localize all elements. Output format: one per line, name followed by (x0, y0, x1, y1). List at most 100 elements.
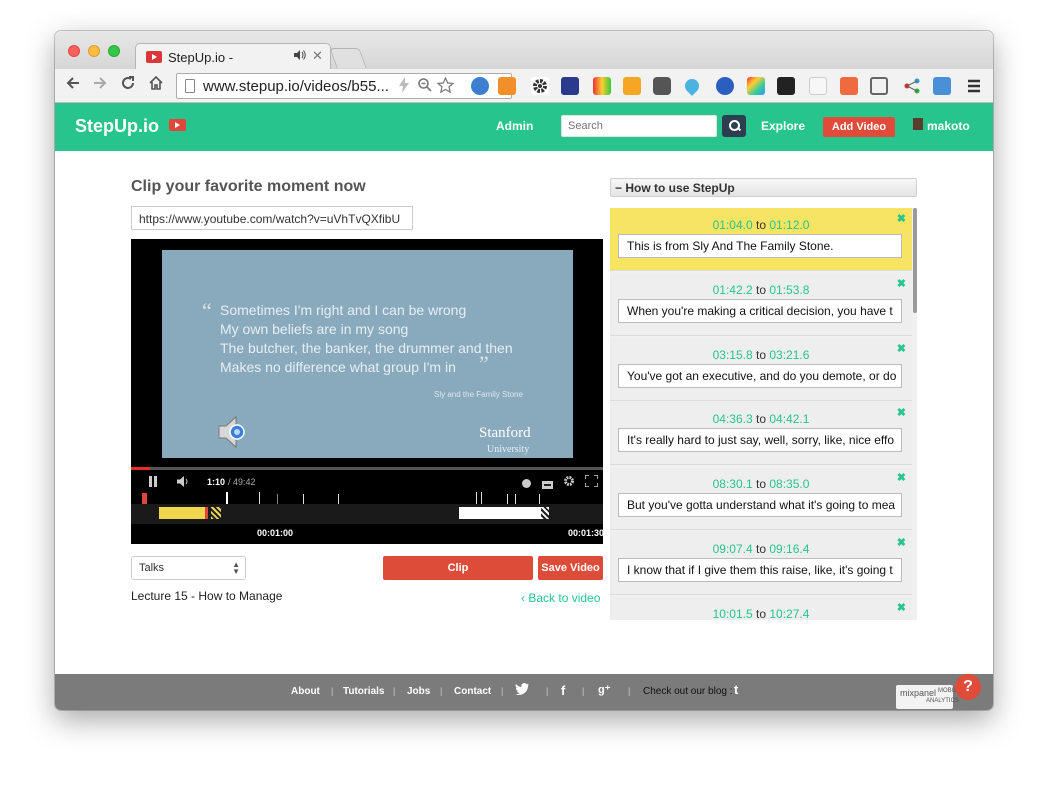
remove-clip-icon[interactable]: ✖ (897, 601, 906, 614)
clip-list-scrollbar[interactable] (913, 208, 917, 313)
explore-link[interactable]: Explore (761, 119, 805, 133)
footer-jobs-link[interactable]: Jobs (407, 686, 430, 697)
minimize-window-button[interactable] (88, 45, 100, 57)
admin-link[interactable]: Admin (496, 119, 533, 133)
gear-extension-icon[interactable] (531, 77, 549, 95)
clip-item[interactable]: 10:01.5 to 10:27.4 ✖ (610, 597, 912, 620)
zoom-window-button[interactable] (108, 45, 120, 57)
mixpanel-badge[interactable]: mixpanel MOBILE ANALYTICS (896, 685, 961, 709)
remove-clip-icon[interactable]: ✖ (897, 536, 906, 549)
clip-item[interactable]: 01:04.0 to 01:12.0 ✖ This is from Sly An… (610, 208, 912, 271)
twitter-icon[interactable] (515, 683, 529, 698)
menu-icon[interactable] (965, 77, 983, 95)
clip-item[interactable]: 04:36.3 to 04:42.1 ✖ It's really hard to… (610, 402, 912, 465)
category-select[interactable]: Talks ▲ ▼ (131, 556, 246, 580)
how-to-use-toggle[interactable]: − How to use StepUp (610, 178, 917, 197)
extension-icon-12[interactable] (809, 77, 827, 95)
info-icon[interactable] (522, 477, 531, 491)
clip-end[interactable]: 04:42.1 (769, 412, 809, 426)
reload-icon[interactable] (120, 75, 136, 96)
clip-item[interactable]: 08:30.1 to 08:35.0 ✖ But you've gotta un… (610, 467, 912, 530)
rss-extension-icon[interactable] (498, 77, 516, 95)
clip-range-white-end[interactable] (541, 507, 549, 519)
progress-track[interactable] (131, 467, 603, 470)
share-extension-icon[interactable] (903, 77, 921, 95)
footer-tutorials-link[interactable]: Tutorials (343, 686, 384, 697)
tumblr-icon[interactable]: t (734, 682, 738, 697)
back-to-video-link[interactable]: ‹ Back to video (521, 591, 600, 605)
clip-range-handle[interactable] (205, 507, 208, 519)
remove-clip-icon[interactable]: ✖ (897, 212, 906, 225)
clip-end[interactable]: 01:53.8 (769, 283, 809, 297)
clip-start[interactable]: 09:07.4 (713, 542, 753, 556)
home-icon[interactable] (148, 75, 164, 96)
clip-note-input[interactable]: But you've gotta understand what it's go… (618, 493, 902, 517)
bookmark-star-icon[interactable] (436, 76, 455, 98)
clip-item[interactable]: 03:15.8 to 03:21.6 ✖ You've got an execu… (610, 338, 912, 401)
site-logo[interactable]: StepUp.io (75, 116, 159, 137)
clip-start[interactable]: 10:01.5 (713, 607, 753, 620)
clip-note-input[interactable]: It's really hard to just say, well, sorr… (618, 428, 902, 452)
drop-extension-icon[interactable] (682, 76, 702, 96)
forward-icon[interactable] (92, 75, 108, 96)
clip-start[interactable]: 01:04.0 (713, 218, 753, 232)
zoom-icon[interactable] (417, 77, 433, 97)
video-player[interactable]: “ Sometimes I'm right and I can be wrong… (131, 239, 604, 544)
extension-icon-9[interactable] (716, 77, 734, 95)
address-bar[interactable]: www.stepup.io/videos/b55... (176, 73, 512, 99)
clip-item[interactable]: 09:07.4 to 09:16.4 ✖ I know that if I gi… (610, 532, 912, 595)
clip-end[interactable]: 09:16.4 (769, 542, 809, 556)
new-tab-button[interactable] (329, 48, 367, 68)
add-video-button[interactable]: Add Video (823, 117, 895, 137)
username-link[interactable]: makoto (927, 119, 970, 133)
remove-clip-icon[interactable]: ✖ (897, 277, 906, 290)
extension-icon-13[interactable] (840, 77, 858, 95)
close-window-button[interactable] (68, 45, 80, 57)
globe-extension-icon[interactable] (471, 77, 489, 95)
remove-clip-icon[interactable]: ✖ (897, 342, 906, 355)
pause-icon[interactable] (148, 476, 158, 490)
clip-range-selected[interactable] (159, 507, 205, 519)
extension-icon-16[interactable] (933, 77, 951, 95)
clip-note-input[interactable]: This is from Sly And The Family Stone. (618, 234, 902, 258)
back-icon[interactable] (65, 75, 81, 96)
volume-icon[interactable] (177, 476, 191, 490)
clip-range-end[interactable] (211, 507, 221, 519)
footer-about-link[interactable]: About (291, 686, 320, 697)
bolt-icon[interactable] (399, 77, 409, 97)
clip-start[interactable]: 04:36.3 (713, 412, 753, 426)
footer-contact-link[interactable]: Contact (454, 686, 491, 697)
avatar[interactable] (913, 118, 923, 130)
layers-extension-icon[interactable] (777, 77, 795, 95)
browser-tab[interactable]: StepUp.io - ✕ (135, 43, 331, 69)
cast-icon[interactable] (870, 77, 888, 95)
rainbow-extension-icon[interactable] (747, 77, 765, 95)
clip-end[interactable]: 03:21.6 (769, 348, 809, 362)
video-url-input[interactable]: https://www.youtube.com/watch?v=uVhTvQXf… (131, 206, 413, 230)
clip-note-input[interactable]: You've got an executive, and do you demo… (618, 364, 902, 388)
search-icon[interactable] (722, 115, 746, 137)
extension-icon-6[interactable] (623, 77, 641, 95)
google-plus-icon[interactable]: g⁺ (598, 683, 611, 696)
extension-icon-4[interactable] (561, 77, 579, 95)
clip-start[interactable]: 03:15.8 (713, 348, 753, 362)
tab-close-icon[interactable]: ✕ (312, 48, 323, 64)
clip-list[interactable]: 01:04.0 to 01:12.0 ✖ This is from Sly An… (610, 208, 917, 620)
extension-icon-5[interactable] (593, 77, 611, 95)
clip-start[interactable]: 08:30.1 (713, 477, 753, 491)
facebook-icon[interactable]: f (561, 683, 565, 698)
search-input[interactable] (561, 115, 717, 137)
clip-item[interactable]: 01:42.2 to 01:53.8 ✖ When you're making … (610, 273, 912, 336)
captions-icon[interactable] (542, 478, 553, 492)
help-button[interactable]: ? (955, 674, 981, 700)
clip-end[interactable]: 10:27.4 (769, 607, 809, 620)
clip-range-white[interactable] (459, 507, 541, 519)
remove-clip-icon[interactable]: ✖ (897, 406, 906, 419)
clip-start[interactable]: 01:42.2 (713, 283, 753, 297)
clip-end[interactable]: 08:35.0 (769, 477, 809, 491)
settings-icon[interactable] (563, 475, 575, 490)
clip-note-input[interactable]: I know that if I give them this raise, l… (618, 558, 902, 582)
clip-end[interactable]: 01:12.0 (769, 218, 809, 232)
fullscreen-icon[interactable] (584, 474, 599, 490)
remove-clip-icon[interactable]: ✖ (897, 471, 906, 484)
